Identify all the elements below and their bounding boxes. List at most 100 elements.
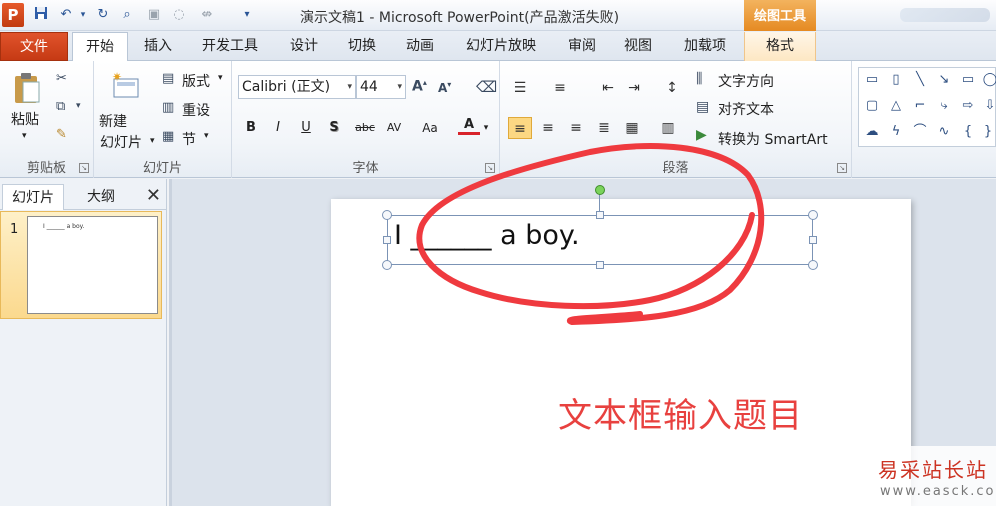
tab-home[interactable]: 开始	[72, 32, 128, 62]
change-case-button[interactable]: Aa	[416, 117, 444, 139]
underline-button[interactable]: U	[295, 117, 317, 139]
text-direction-button[interactable]: 文字方向	[718, 71, 774, 91]
save-icon[interactable]	[32, 6, 50, 24]
undo-icon[interactable]: ↶	[57, 6, 75, 24]
clear-formatting-icon[interactable]: ⌫	[476, 78, 497, 96]
shapes-gallery[interactable]: ▭ ▯ ╲ ↘ ▭ ◯ ▢ △ ⌐ ⤷ ⇨ ⇩ ☁ ϟ ⌒ ∿ { }	[858, 67, 996, 147]
strikethrough-button[interactable]: abc	[350, 117, 380, 139]
tab-review[interactable]: 审阅	[560, 32, 604, 61]
resize-handle-top-left[interactable]	[382, 210, 392, 220]
slide-thumbnail[interactable]: I ______ a boy.	[27, 216, 158, 314]
reset-button[interactable]: 重设	[182, 100, 210, 120]
tab-design[interactable]: 设计	[282, 32, 326, 61]
tab-slides-panel[interactable]: 幻灯片	[2, 184, 64, 210]
format-painter-icon[interactable]: ⇎	[198, 6, 216, 24]
customize-icon[interactable]: ▾	[238, 6, 256, 24]
elbow-connector-icon[interactable]: ⌐	[909, 96, 931, 116]
italic-button[interactable]: I	[267, 117, 289, 139]
grow-font-icon[interactable]: A▴	[412, 78, 427, 95]
align-right-button[interactable]: ≡	[564, 117, 588, 139]
decrease-indent-icon[interactable]: ⇤	[596, 77, 620, 99]
text-direction-icon[interactable]: ⫼	[696, 71, 702, 87]
resize-handle-bottom-right[interactable]	[808, 260, 818, 270]
paste-icon[interactable]: ▣	[145, 6, 163, 24]
tab-addins[interactable]: 加载项	[676, 32, 734, 61]
textbox-shape-icon[interactable]: ▭	[861, 70, 883, 90]
char-spacing-button[interactable]: AV	[380, 117, 408, 139]
freeform-shape-icon[interactable]: ϟ	[885, 122, 907, 142]
new-slide-line1[interactable]: 新建	[99, 111, 127, 131]
font-name-combo[interactable]: Calibri (正文) ▾	[238, 75, 356, 99]
resize-handle-bottom-left[interactable]	[382, 260, 392, 270]
align-left-button[interactable]: ≡	[508, 117, 532, 139]
font-name-dropdown-icon[interactable]: ▾	[347, 76, 352, 98]
cut-icon[interactable]: ✂	[56, 71, 67, 86]
font-color-dropdown-icon[interactable]: ▾	[480, 117, 492, 139]
resize-handle-left[interactable]	[383, 236, 391, 244]
copy-dropdown-icon[interactable]: ▾	[76, 101, 81, 111]
slide-thumbnail-row[interactable]: 1 I ______ a boy.	[0, 211, 162, 319]
tab-transitions[interactable]: 切换	[340, 32, 384, 61]
redo-icon[interactable]: ↻	[94, 6, 112, 24]
curve-shape-icon[interactable]: ∿	[933, 122, 955, 142]
increase-indent-icon[interactable]: ⇥	[622, 77, 646, 99]
section-icon[interactable]: ▦	[162, 129, 174, 144]
shrink-font-icon[interactable]: A▾	[438, 80, 451, 95]
align-center-button[interactable]: ≡	[536, 117, 560, 139]
text-box-content[interactable]: I ______ a boy.	[394, 220, 580, 251]
new-slide-icon[interactable]: ✷	[110, 70, 142, 101]
smartart-icon[interactable]: ▶	[696, 127, 707, 143]
paragraph-launcher-icon[interactable]: ↘	[837, 163, 847, 173]
tab-outline-panel[interactable]: 大纲	[74, 184, 128, 210]
font-size-combo[interactable]: 44 ▾	[356, 75, 406, 99]
format-painter-icon[interactable]: ✎	[56, 127, 67, 142]
align-text-button[interactable]: 对齐文本	[718, 99, 774, 119]
font-color-button[interactable]: A	[458, 115, 480, 135]
oval-shape-icon[interactable]: ◯	[979, 70, 996, 90]
line-spacing-icon[interactable]: ↕	[660, 77, 684, 99]
new-slide-dropdown-icon[interactable]: ▾	[150, 136, 155, 146]
tab-format[interactable]: 格式	[744, 32, 816, 61]
rotation-handle[interactable]	[595, 185, 605, 195]
arrow-shape-icon[interactable]: ↘	[933, 70, 955, 90]
paste-button[interactable]: 粘贴	[11, 109, 39, 129]
resize-handle-top[interactable]	[596, 211, 604, 219]
left-brace-shape-icon[interactable]: {	[957, 122, 979, 142]
shape-icon[interactable]: ◌	[170, 6, 188, 24]
distribute-button[interactable]: ▦	[620, 117, 644, 139]
rectangle-shape-icon[interactable]: ▭	[957, 70, 979, 90]
cloud-shape-icon[interactable]: ☁	[861, 122, 883, 142]
close-icon[interactable]: ✕	[146, 185, 161, 206]
bullets-icon[interactable]: ☰	[508, 77, 532, 99]
undo-dropdown-icon[interactable]: ▾	[74, 6, 92, 24]
find-icon[interactable]: ⌕	[118, 6, 136, 24]
layout-dropdown-icon[interactable]: ▾	[218, 73, 223, 83]
shadow-button[interactable]: S	[323, 117, 345, 139]
resize-handle-bottom[interactable]	[596, 261, 604, 269]
font-size-dropdown-icon[interactable]: ▾	[397, 76, 402, 98]
paste-big-icon[interactable]	[12, 71, 42, 105]
justify-button[interactable]: ≣	[592, 117, 616, 139]
tab-view[interactable]: 视图	[616, 32, 660, 61]
paste-dropdown-icon[interactable]: ▾	[22, 131, 27, 141]
section-dropdown-icon[interactable]: ▾	[204, 131, 209, 141]
right-arrow-shape-icon[interactable]: ⇨	[957, 96, 979, 116]
arc-shape-icon[interactable]: ⌒	[909, 122, 931, 142]
powerpoint-logo-icon[interactable]: P	[2, 3, 24, 27]
layout-button[interactable]: 版式	[182, 71, 210, 91]
align-text-icon[interactable]: ▤	[696, 99, 709, 115]
resize-handle-top-right[interactable]	[808, 210, 818, 220]
font-launcher-icon[interactable]: ↘	[485, 163, 495, 173]
section-button[interactable]: 节	[182, 129, 196, 149]
columns-button[interactable]: ▥	[656, 117, 680, 139]
resize-handle-right[interactable]	[809, 236, 817, 244]
clipboard-launcher-icon[interactable]: ↘	[79, 163, 89, 173]
right-brace-shape-icon[interactable]: }	[977, 122, 996, 142]
down-arrow-shape-icon[interactable]: ⇩	[979, 96, 996, 116]
tab-file[interactable]: 文件	[0, 32, 68, 61]
elbow-arrow-icon[interactable]: ⤷	[933, 96, 955, 116]
tab-animations[interactable]: 动画	[398, 32, 442, 61]
layout-icon[interactable]: ▤	[162, 71, 174, 86]
reset-icon[interactable]: ▥	[162, 100, 174, 115]
convert-smartart-button[interactable]: 转换为 SmartArt	[718, 129, 828, 149]
